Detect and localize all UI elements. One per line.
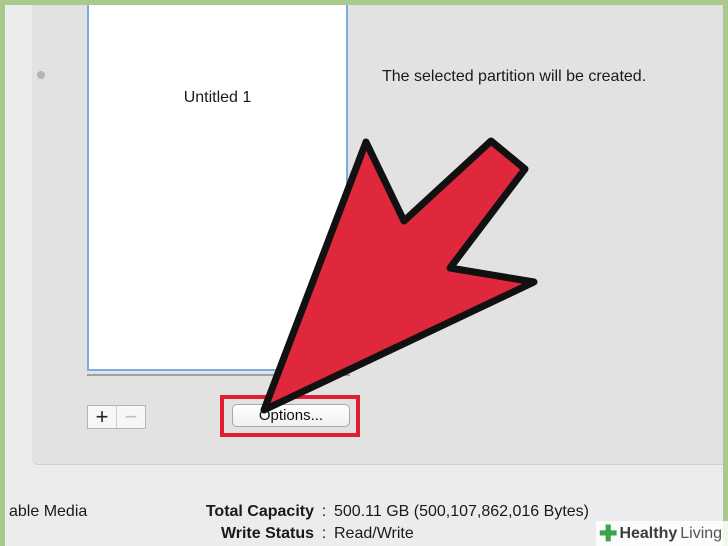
plus-icon: ✚ <box>599 520 618 546</box>
watermark-brand: Healthy <box>619 524 678 542</box>
watermark-logo: ✚ Healthy Living <box>596 521 728 546</box>
watermark-brand-suffix: Living <box>680 524 723 542</box>
pointer-arrow-icon <box>260 137 538 414</box>
